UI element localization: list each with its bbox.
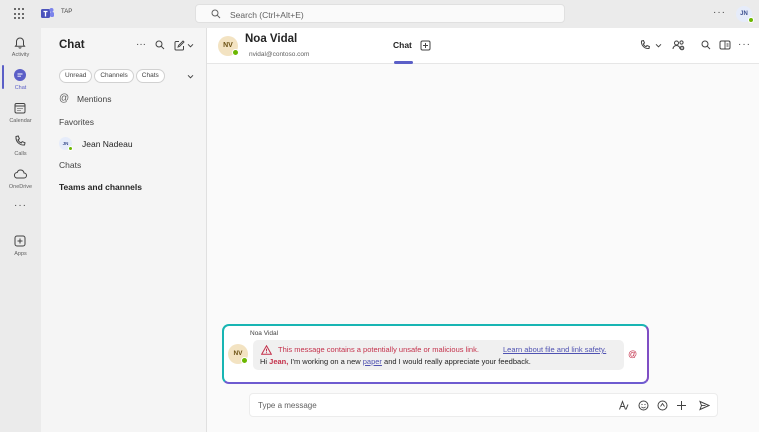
tenant-label: TAP [61,9,72,15]
rail-item-label: Calls [0,151,41,157]
chat-icon [13,68,27,82]
chat-filter-search-icon[interactable] [155,40,165,50]
presence-available-icon [232,49,239,56]
message-text: Hi [260,357,269,366]
settings-more-button[interactable]: ··· [713,7,726,18]
rail-item-onedrive[interactable]: OneDrive [0,164,41,194]
avatar-initials: NV [233,350,242,357]
chevron-down-icon[interactable] [187,42,194,49]
compose-placeholder: Type a message [258,401,317,410]
chevron-down-icon[interactable] [187,73,194,80]
bell-icon [13,35,27,49]
new-chat-icon[interactable] [174,40,185,51]
mentions-label: Mentions [77,94,112,104]
chat-more-options-button[interactable]: ··· [136,39,146,50]
filter-channels-chip[interactable]: Channels [94,69,133,83]
chat-filters: UnreadChannelsChats [59,69,167,83]
avatar-initials: NV [223,42,233,49]
rail-more-apps-button[interactable]: ··· [0,200,41,214]
more-icon: ··· [0,200,41,211]
cloud-icon [13,167,27,181]
add-icon[interactable] [676,400,687,411]
user-avatar[interactable]: JN [736,6,752,22]
phone-icon[interactable] [639,39,651,51]
unsafe-link-warning: This message contains a potentially unsa… [278,345,479,354]
add-tab-icon[interactable] [420,40,431,51]
user-avatar-initials: JN [740,11,748,17]
filter-chats-chip[interactable]: Chats [136,69,165,83]
favorites-heading[interactable]: Favorites [59,117,94,127]
message-bubble: This message contains a potentially unsa… [253,340,624,370]
rail-item-calendar[interactable]: Calendar [0,98,41,128]
chevron-down-icon[interactable] [655,42,662,49]
app-launcher-icon[interactable] [14,8,26,20]
panel-title: Chat [59,39,85,51]
rail-item-activity[interactable]: Activity [0,32,41,62]
search-icon [211,9,221,19]
presence-available-icon [241,357,248,364]
presence-available-icon [68,146,73,151]
link-safety-learn-more[interactable]: Learn about file and link safety. [503,345,606,354]
contact-name: Noa Vidal [245,33,297,45]
compose-box[interactable]: Type a message [249,393,718,417]
rail-item-label: Chat [0,85,41,91]
contact-name: Jean Nadeau [82,139,133,149]
presence-available-icon [748,17,754,23]
filter-unread-chip[interactable]: Unread [59,69,92,83]
search-icon[interactable] [701,40,711,50]
rail-item-label: Activity [0,52,41,58]
teams-channels-heading[interactable]: Teams and channels [59,182,142,192]
message-item[interactable]: Noa Vidal NV This message contains a pot… [222,324,649,384]
at-mention-icon: @ [628,349,637,359]
message-text: and I would really appreciate your feedb… [382,357,531,366]
title-bar: TAP Search (Ctrl+Alt+E) ··· JN [0,0,759,28]
conversation-pane: NV Noa Vidal nvidal@contoso.com Chat [207,28,759,432]
message-sender: Noa Vidal [250,330,278,337]
active-tab-indicator [394,61,413,64]
teams-logo-icon [41,7,54,20]
calendar-icon [13,101,27,115]
list-item-jean-nadeau[interactable]: JN Jean Nadeau [59,136,199,152]
loop-compose-icon[interactable] [657,400,668,411]
app-rail: Activity Chat Calendar Calls OneDrive ··… [0,28,41,432]
global-search-input[interactable]: Search (Ctrl+Alt+E) [195,4,565,23]
mention-jean[interactable]: Jean, [269,357,288,366]
chat-header: NV Noa Vidal nvidal@contoso.com Chat [207,28,759,64]
people-icon[interactable] [672,39,685,51]
send-icon[interactable] [699,400,710,411]
emoji-icon[interactable] [638,400,649,411]
chats-heading[interactable]: Chats [59,160,81,170]
at-mention-icon: @ [59,93,69,104]
chat-list-panel: Chat ··· UnreadChannelsChats @ Mentions … [41,28,207,432]
pop-out-icon[interactable] [719,40,731,50]
rail-item-label: Apps [0,251,41,257]
tab-chat[interactable]: Chat [393,40,412,50]
avatar-initials: JN [63,141,69,146]
phone-icon [13,134,27,148]
format-icon[interactable] [618,400,629,411]
rail-item-label: Calendar [0,118,41,124]
message-text: I'm working on a new [288,357,362,366]
add-apps-icon [13,234,27,248]
rail-item-chat[interactable]: Chat [0,65,41,95]
more-options-button[interactable]: ··· [738,39,751,50]
message-body: Hi Jean, I'm working on a new paper and … [260,357,531,366]
rail-item-label: OneDrive [0,184,41,190]
paper-link[interactable]: paper [363,357,382,366]
rail-item-calls[interactable]: Calls [0,131,41,161]
warning-icon [261,345,272,355]
contact-email: nvidal@contoso.com [249,51,309,58]
search-placeholder: Search (Ctrl+Alt+E) [230,10,304,20]
rail-item-apps[interactable]: Apps [0,231,41,261]
